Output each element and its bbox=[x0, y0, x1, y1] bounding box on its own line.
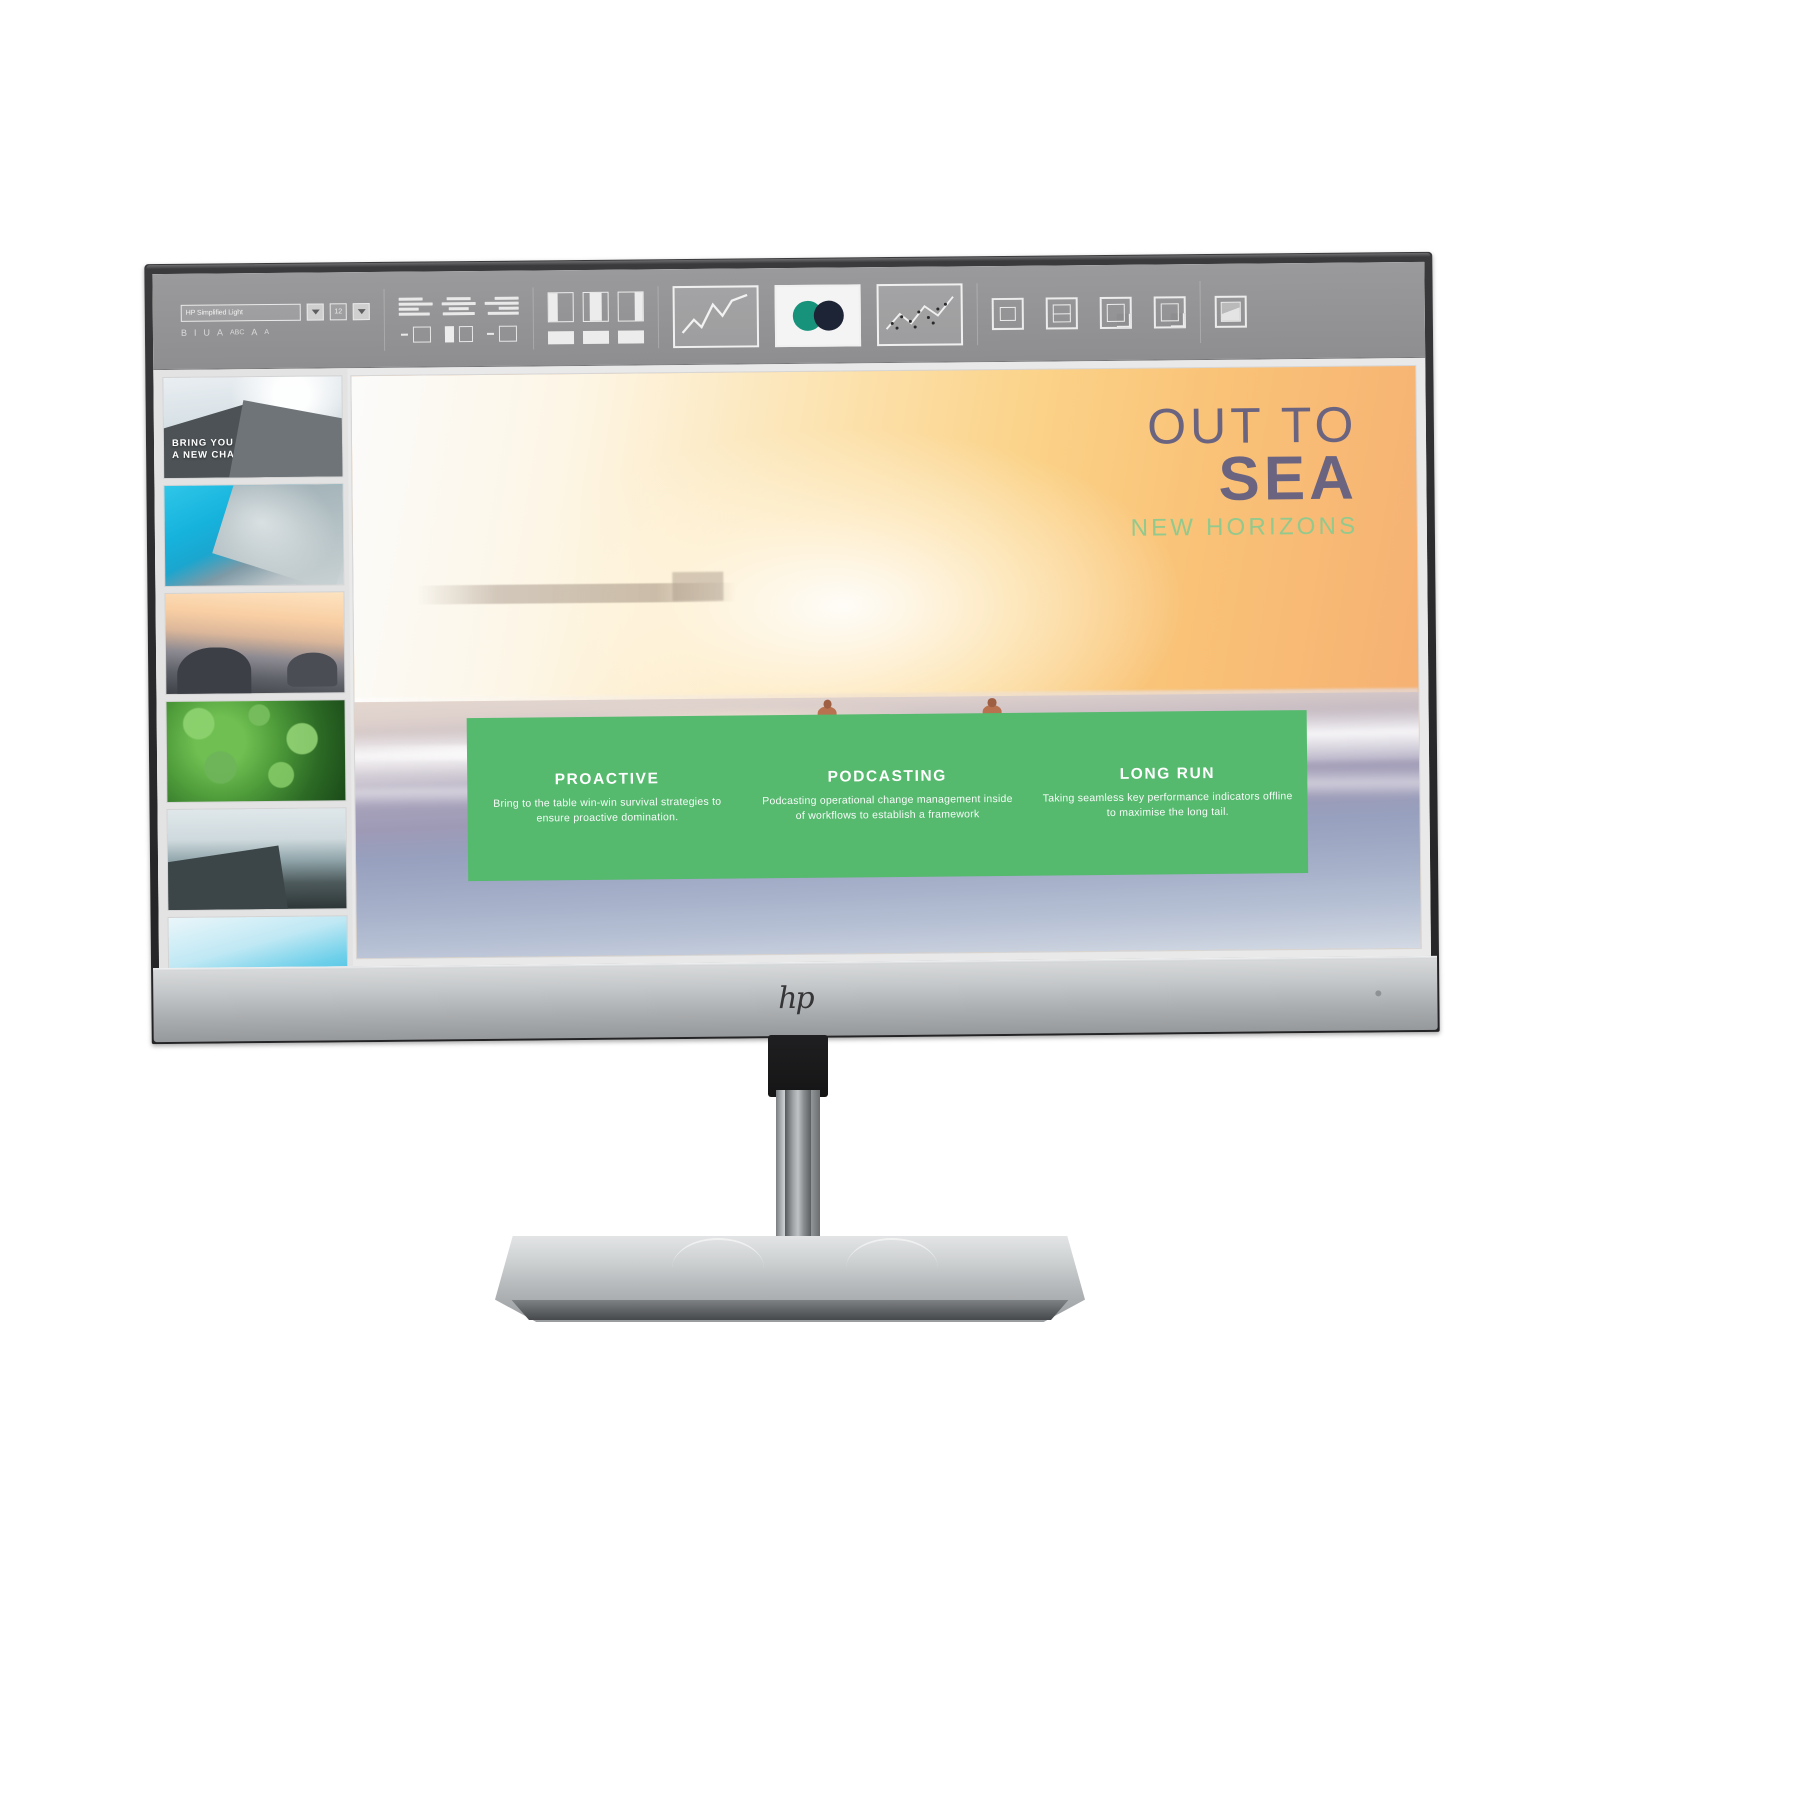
layout-left-stack bbox=[547, 291, 575, 344]
columns-icon[interactable] bbox=[444, 326, 474, 343]
feature-column-2: PODCASTING Podcasting operational change… bbox=[747, 767, 1028, 825]
layout-bottom-icon[interactable] bbox=[547, 330, 575, 344]
picture-icon[interactable] bbox=[1214, 295, 1247, 328]
slide-subtitle: NEW HORIZONS bbox=[1130, 512, 1359, 542]
chart-group bbox=[658, 266, 977, 364]
workspace: BRING YOU UP A NEW CHANGE OUT TO SEA NEW… bbox=[153, 357, 1431, 969]
align-right-stack bbox=[484, 295, 519, 342]
duplicate-icon[interactable] bbox=[1099, 296, 1132, 329]
scatter-chart-icon[interactable] bbox=[876, 282, 964, 346]
slide-title-line1: OUT TO bbox=[1146, 396, 1358, 455]
layout-group bbox=[533, 269, 658, 365]
spellcheck-button[interactable]: ABC bbox=[230, 328, 244, 337]
indent-icon[interactable] bbox=[400, 326, 432, 343]
slide-title-block[interactable]: OUT TO SEA NEW HORIZONS bbox=[1129, 396, 1359, 542]
monitor-screen: HP Simplified Light 12 B I U A ABC A A B… bbox=[152, 261, 1431, 969]
layout-center-stack bbox=[582, 291, 610, 344]
font-name-input[interactable]: HP Simplified Light bbox=[180, 303, 301, 322]
feature-column-1: PROACTIVE Bring to the table win-win sur… bbox=[467, 770, 748, 828]
slide-thumb-4[interactable] bbox=[166, 700, 346, 803]
slide-thumbnail-panel[interactable]: BRING YOU UP A NEW CHANGE bbox=[153, 368, 354, 969]
slide-thumb-5[interactable] bbox=[167, 808, 347, 910]
line-chart-icon[interactable] bbox=[672, 284, 760, 348]
color-swatch-icon[interactable] bbox=[774, 283, 862, 347]
hp-logo: hp bbox=[777, 980, 813, 1017]
layout-bottom-icon[interactable] bbox=[582, 330, 610, 344]
underline-button[interactable]: U bbox=[203, 328, 210, 338]
insert-group bbox=[1200, 263, 1261, 359]
font-row-secondary: B I U A ABC A A bbox=[181, 327, 269, 338]
monitor: HP Simplified Light 12 B I U A ABC A A B… bbox=[144, 251, 1440, 1045]
paragraph-group bbox=[384, 270, 533, 366]
bold-button[interactable]: B bbox=[181, 328, 187, 338]
layout-center-icon[interactable] bbox=[582, 291, 609, 322]
font-name-dropdown-button[interactable] bbox=[306, 303, 324, 321]
slide-thumb-3[interactable] bbox=[165, 592, 345, 695]
align-left-stack bbox=[398, 295, 433, 343]
align-center-stack bbox=[441, 295, 476, 343]
slide-canvas-area: OUT TO SEA NEW HORIZONS PROACTIVE Bring … bbox=[347, 358, 1431, 966]
feature-body: Podcasting operational change management… bbox=[762, 793, 1013, 823]
slide-actions-group bbox=[977, 264, 1200, 361]
italic-button[interactable]: I bbox=[194, 328, 197, 338]
layout-left-icon[interactable] bbox=[547, 291, 574, 322]
font-color-button[interactable]: A bbox=[217, 327, 223, 337]
feature-heading: PROACTIVE bbox=[554, 770, 660, 789]
presentation-app: HP Simplified Light 12 B I U A ABC A A B… bbox=[152, 261, 1431, 969]
slide-thumb-2[interactable] bbox=[164, 484, 344, 587]
font-size-input[interactable]: 12 bbox=[329, 303, 347, 321]
slide-title-line2: SEA bbox=[1218, 443, 1359, 514]
font-size-dropdown-button[interactable] bbox=[352, 303, 370, 321]
grow-font-button[interactable]: A bbox=[251, 327, 257, 337]
copy-icon[interactable] bbox=[1153, 295, 1186, 329]
slide-thumb-1-label: BRING YOU UP A NEW CHANGE bbox=[171, 437, 259, 461]
text-direction-icon[interactable] bbox=[486, 325, 518, 342]
feature-body: Bring to the table win-win survival stra… bbox=[493, 796, 722, 825]
feature-heading: PODCASTING bbox=[827, 767, 947, 787]
slide-pier bbox=[417, 582, 737, 605]
active-slide[interactable]: OUT TO SEA NEW HORIZONS PROACTIVE Bring … bbox=[351, 366, 1421, 959]
feature-column-3: LONG RUN Taking seamless key performance… bbox=[1027, 764, 1308, 822]
monitor-neck-housing bbox=[768, 1035, 828, 1104]
shrink-font-button[interactable]: A bbox=[264, 328, 269, 337]
layout-right-stack bbox=[617, 290, 645, 344]
feature-heading: LONG RUN bbox=[1119, 765, 1216, 784]
add-slide-icon[interactable] bbox=[1045, 296, 1078, 330]
feature-body: Taking seamless key performance indicato… bbox=[1042, 790, 1293, 820]
layout-bottom-icon[interactable] bbox=[617, 329, 645, 344]
power-led-icon[interactable] bbox=[1375, 990, 1382, 997]
slide-thumb-1[interactable]: BRING YOU UP A NEW CHANGE bbox=[163, 376, 343, 479]
slide-feature-panel[interactable]: PROACTIVE Bring to the table win-win sur… bbox=[466, 710, 1309, 882]
layout-right-icon[interactable] bbox=[617, 290, 644, 322]
frame-icon[interactable] bbox=[991, 297, 1024, 330]
font-group: HP Simplified Light 12 B I U A ABC A A bbox=[162, 272, 384, 369]
monitor-stand-column-inner bbox=[785, 1090, 811, 1250]
product-photo-canvas: HP Simplified Light 12 B I U A ABC A A B… bbox=[0, 0, 1800, 1800]
monitor-bottom-bezel: hp bbox=[153, 955, 1438, 1043]
chevron-down-icon bbox=[357, 309, 366, 315]
font-row-primary: HP Simplified Light 12 bbox=[180, 303, 370, 322]
monitor-stand-base-lip bbox=[511, 1300, 1069, 1320]
align-right-icon[interactable] bbox=[484, 295, 519, 317]
slide-thumb-6[interactable] bbox=[168, 916, 348, 969]
chevron-down-icon bbox=[311, 309, 320, 315]
toolbar-ribbon: HP Simplified Light 12 B I U A ABC A A bbox=[152, 261, 1426, 371]
align-center-icon[interactable] bbox=[441, 295, 476, 317]
align-left-icon[interactable] bbox=[398, 295, 433, 317]
